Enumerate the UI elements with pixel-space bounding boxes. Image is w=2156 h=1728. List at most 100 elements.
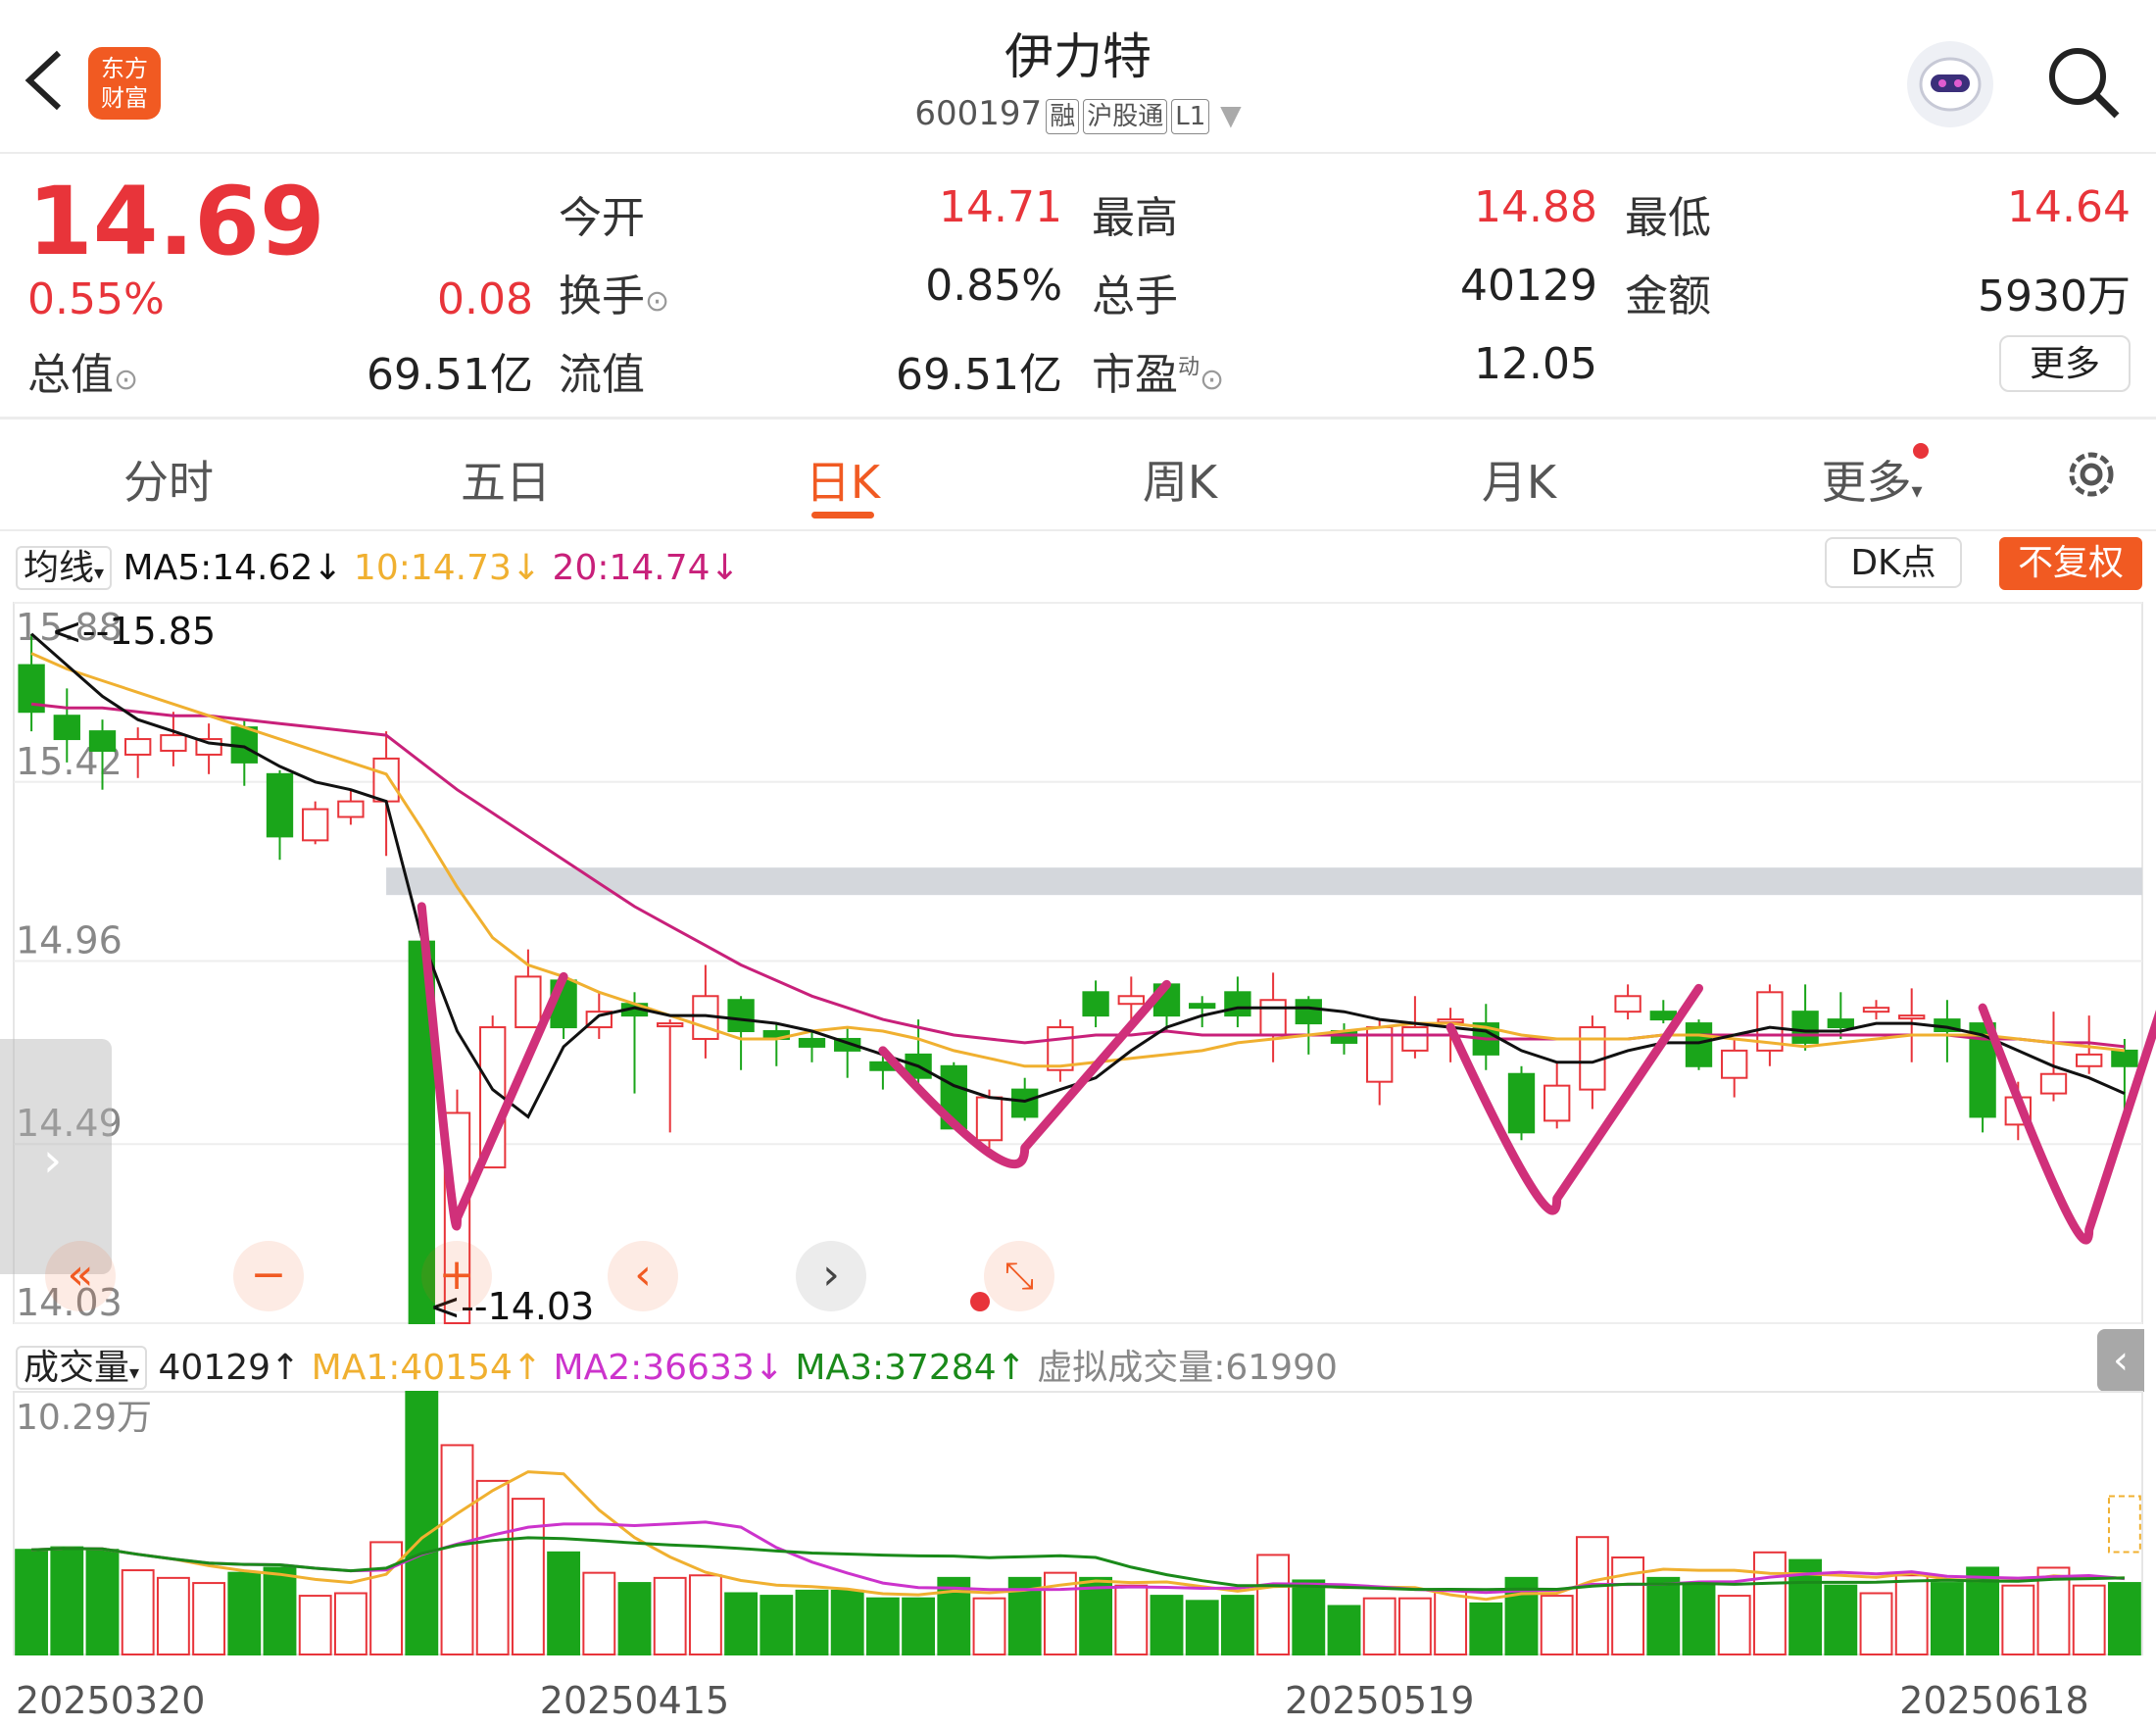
volume-bar bbox=[1894, 1574, 1929, 1655]
tab-five-day[interactable]: 五日 bbox=[408, 447, 604, 512]
active-tab-underline bbox=[811, 512, 874, 518]
open-value: 14.71 bbox=[939, 182, 1062, 232]
candle-body bbox=[1898, 1014, 1926, 1020]
zoom-out-icon[interactable]: − bbox=[233, 1241, 304, 1311]
tab-daily-k[interactable]: 日K bbox=[745, 447, 941, 512]
robot-assistant-icon[interactable] bbox=[1907, 41, 1993, 127]
dk-point-button[interactable]: DK点 bbox=[1825, 537, 1962, 588]
candle-body bbox=[88, 730, 117, 752]
info-icon[interactable]: ⊙ bbox=[114, 363, 138, 397]
plot-frame bbox=[13, 602, 2143, 1324]
change-amount: 0.08 bbox=[437, 274, 533, 324]
y-tick-label: 14.96 bbox=[16, 919, 122, 963]
kline-chart[interactable]: 15.8815.4214.9614.4914.03<--15.85<--14.0… bbox=[0, 593, 2156, 1328]
candle-body bbox=[1507, 1072, 1536, 1134]
scroll-left-fast-icon[interactable]: « bbox=[45, 1241, 116, 1311]
live-indicator-dot bbox=[970, 1292, 990, 1311]
stock-code-row[interactable]: 600197 融沪股通 L1 ▼ bbox=[0, 94, 2156, 134]
candle-body bbox=[727, 999, 755, 1033]
volume-bar bbox=[830, 1589, 864, 1655]
tab-intraday[interactable]: 分时 bbox=[71, 447, 267, 512]
collapse-panel-button[interactable]: ‹ bbox=[2097, 1329, 2144, 1392]
candle-body bbox=[975, 1096, 1004, 1142]
candle-body bbox=[337, 800, 365, 818]
candle-body bbox=[2111, 1049, 2138, 1067]
volume-bar bbox=[1575, 1536, 1609, 1655]
tab-monthly-k[interactable]: 月K bbox=[1421, 447, 1617, 512]
volume-bar bbox=[2072, 1584, 2106, 1656]
volume-bar bbox=[1397, 1597, 1432, 1655]
high-value: 14.88 bbox=[1474, 182, 1597, 232]
dropdown-triangle-icon: ▾ bbox=[129, 1360, 140, 1384]
side-expand-handle[interactable]: › bbox=[0, 1039, 112, 1274]
tab-more[interactable]: 更多▾ bbox=[1774, 447, 1970, 512]
volume-bar bbox=[1362, 1597, 1396, 1655]
candle-body bbox=[2039, 1072, 2068, 1095]
volume-bar bbox=[85, 1549, 120, 1656]
ma5-readout: MA5:14.62↓ bbox=[122, 548, 343, 588]
volume-label: 总手 bbox=[1092, 272, 1178, 321]
candle-body bbox=[1862, 1007, 1890, 1013]
search-icon[interactable] bbox=[2044, 43, 2123, 125]
ma10-readout: 10:14.73↓ bbox=[353, 548, 542, 588]
fullscreen-icon[interactable]: ⤡ bbox=[984, 1241, 1054, 1311]
settings-gear-icon[interactable] bbox=[2062, 445, 2121, 508]
turnover-label: 换手⊙ bbox=[559, 272, 670, 321]
pe-superscript: 动 bbox=[1178, 355, 1200, 380]
more-quote-button[interactable]: 更多 bbox=[1999, 335, 2131, 392]
tag-connect: 沪股通 bbox=[1083, 99, 1168, 134]
candle-body bbox=[1224, 991, 1251, 1017]
candle-body bbox=[160, 734, 187, 752]
volume-max-label: 10.29万 bbox=[16, 1398, 152, 1438]
candle-body bbox=[1685, 1022, 1713, 1067]
resistance-band bbox=[386, 867, 2143, 896]
volume-bar bbox=[1434, 1589, 1468, 1655]
candle-body bbox=[1082, 991, 1109, 1017]
candle-body bbox=[1189, 1003, 1216, 1010]
candle-body bbox=[1791, 1011, 1819, 1044]
candle-body bbox=[1047, 1026, 1074, 1071]
adjust-mode-button[interactable]: 不复权 bbox=[1999, 537, 2142, 590]
chevron-right-icon: › bbox=[43, 1133, 63, 1188]
volume-bar bbox=[1752, 1551, 1787, 1655]
change-percent: 0.55% bbox=[27, 274, 165, 324]
volume-bar bbox=[333, 1592, 368, 1655]
scroll-left-icon[interactable]: ‹ bbox=[608, 1241, 678, 1311]
volume-bar bbox=[1859, 1592, 1893, 1655]
scroll-right-icon[interactable]: › bbox=[796, 1241, 866, 1311]
volume-bar bbox=[582, 1571, 616, 1655]
hand-drawn-v-annotation bbox=[1446, 983, 1703, 1215]
volume-bar bbox=[795, 1589, 829, 1655]
dropdown-triangle-icon: ▾ bbox=[94, 561, 105, 584]
x-date-label: 20250320 bbox=[16, 1679, 205, 1722]
candle-body bbox=[302, 808, 329, 842]
virtual-volume-bar bbox=[2107, 1495, 2141, 1554]
volume-bar bbox=[121, 1569, 155, 1655]
candle-body bbox=[124, 738, 152, 756]
low-label: 最低 bbox=[1625, 193, 1711, 243]
candle-body bbox=[1614, 995, 1642, 1013]
volume-bar bbox=[760, 1595, 794, 1655]
volume-bar bbox=[192, 1582, 226, 1655]
candle-body bbox=[1827, 1018, 1854, 1029]
float-value: 69.51亿 bbox=[896, 350, 1062, 400]
volume-bar bbox=[688, 1574, 722, 1655]
ma20-readout: 20:14.74↓ bbox=[552, 548, 740, 588]
volume-bar bbox=[2107, 1582, 2141, 1655]
virtual-volume-readout: 虚拟成交量:61990 bbox=[1037, 1348, 1338, 1388]
candle-body bbox=[798, 1037, 826, 1048]
header-divider bbox=[0, 152, 2156, 154]
volume-bar bbox=[1540, 1595, 1574, 1655]
vol-ma2-readout: MA2:36633↓ bbox=[553, 1348, 784, 1388]
candle-body bbox=[53, 715, 80, 741]
tab-weekly-k[interactable]: 周K bbox=[1082, 447, 1278, 512]
candle-body bbox=[1295, 999, 1322, 1025]
zoom-in-icon[interactable]: + bbox=[421, 1241, 492, 1311]
info-icon[interactable]: ⊙ bbox=[1200, 363, 1224, 397]
indicator-selector[interactable]: 均线▾ bbox=[16, 546, 113, 590]
quote-divider bbox=[0, 417, 2156, 420]
volume-selector[interactable]: 成交量▾ bbox=[16, 1346, 148, 1390]
info-icon[interactable]: ⊙ bbox=[645, 284, 669, 319]
volume-chart[interactable]: 10.29万 20250320 20250415 20250519 20250618 bbox=[0, 1390, 2156, 1728]
kline-legend: 均线▾ MA5:14.62↓ 10:14.73↓ 20:14.74↓ bbox=[16, 539, 740, 590]
